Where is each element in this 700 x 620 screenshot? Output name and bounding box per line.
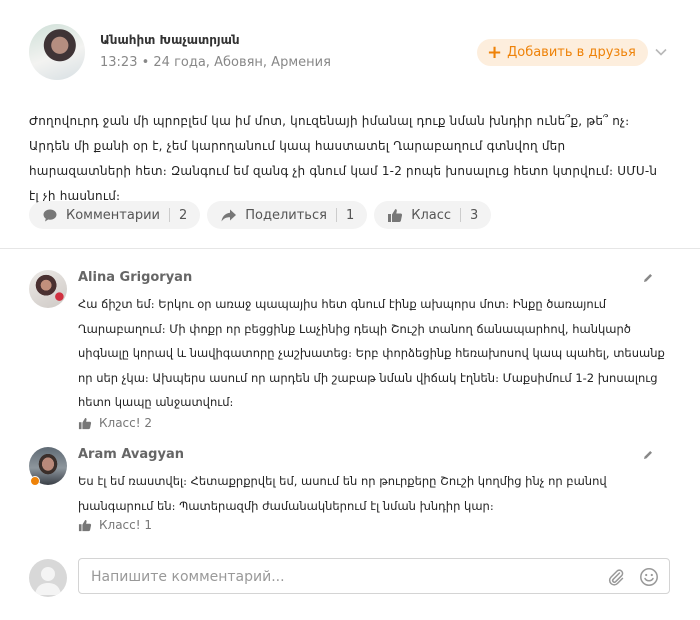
separator [335,208,337,222]
share-button[interactable]: Поделиться 1 [207,201,368,229]
comments-count: 2 [178,207,188,223]
paperclip-icon[interactable] [607,568,625,586]
author-name[interactable]: Անահիտ Խաչատրյան [100,33,240,47]
smiley-icon[interactable] [639,567,659,587]
comment-like-label: Класс! 2 [99,416,152,430]
chevron-down-icon[interactable] [655,46,667,58]
commenter-avatar[interactable] [29,270,67,308]
add-friend-label: Добавить в друзья [507,45,636,60]
user-silhouette-icon [35,567,61,595]
post-header: Անահիտ Խաչատրյան 13:23 • 24 года, Абовян… [0,0,700,100]
thumbs-up-icon [78,417,92,429]
share-arrow-icon [221,209,237,221]
like-label: Класс [411,207,452,223]
comment-input[interactable] [89,559,593,595]
comment-like-label: Класс! 1 [99,518,152,532]
thumbs-up-icon [78,519,92,531]
commenter-name[interactable]: Alina Grigoryan [78,270,192,285]
divider [0,248,700,249]
plus-icon: + [487,41,503,63]
online-status-indicator [30,476,40,486]
pencil-icon[interactable] [642,272,654,284]
current-user-avatar[interactable] [29,559,67,597]
like-count: 3 [470,207,479,223]
thumbs-up-icon [388,208,403,222]
post-text: Ժողովուրդ ջան մի պրոբլեմ կա իմ մոտ, կուզ… [29,114,658,203]
comments-button[interactable]: Комментарии 2 [29,201,201,229]
commenter-name[interactable]: Aram Avagyan [78,447,184,462]
comments-label: Комментарии [66,207,160,223]
share-count: 1 [345,207,355,223]
comment-icon [43,209,57,221]
separator [460,208,462,222]
comment-text: Ես էլ եմ ռաստվել։ Հետաքրքրվել եմ, ասում … [78,474,607,513]
add-friend-button[interactable]: + Добавить в друзья [477,39,648,66]
separator [168,208,170,222]
comment-text: Հա ճիշտ եմ։ Երկու օր առաջ պապայիս հետ գն… [78,297,665,409]
comment-input-box[interactable] [78,558,670,595]
comment-like-button[interactable]: Класс! 1 [78,518,152,532]
share-label: Поделиться [245,207,327,223]
comment-like-button[interactable]: Класс! 2 [78,416,152,430]
like-button[interactable]: Класс 3 [374,201,492,229]
post-actions: Комментарии 2 Поделиться 1 Класс 3 [29,201,492,229]
author-avatar[interactable] [29,24,85,80]
post-meta: 13:23 • 24 года, Абовян, Армения [100,55,331,70]
pencil-icon[interactable] [642,449,654,461]
